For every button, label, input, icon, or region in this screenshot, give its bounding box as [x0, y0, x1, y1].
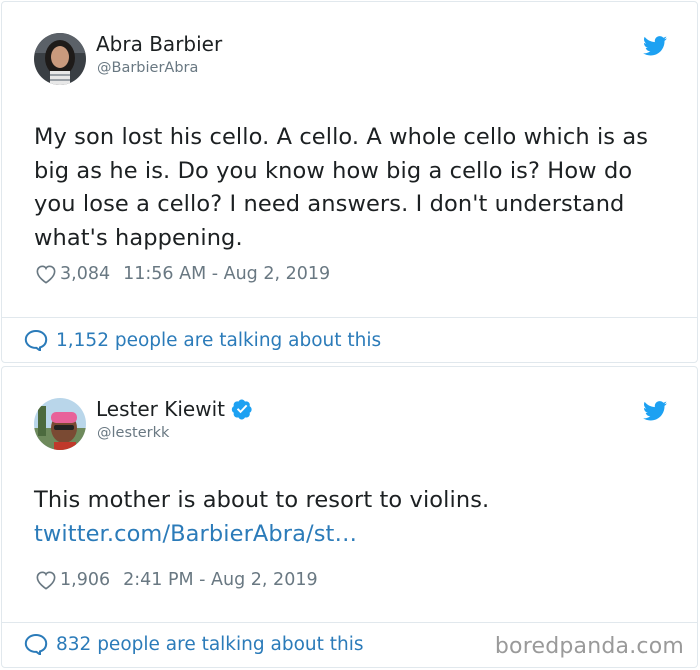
tweet-timestamp[interactable]: 2:41 PM - Aug 2, 2019	[123, 570, 317, 590]
talking-link[interactable]: 1,152 people are talking about this	[24, 329, 381, 351]
watermark: boredpanda.com	[494, 634, 684, 659]
tweet-meta: 3,084 11:56 AM - Aug 2, 2019	[35, 264, 330, 284]
avatar[interactable]	[34, 398, 86, 450]
author-name[interactable]: Abra Barbier	[96, 32, 222, 56]
heart-icon[interactable]	[35, 570, 57, 590]
avatar[interactable]	[34, 33, 86, 85]
author-row: Lester Kiewit	[96, 397, 253, 421]
talking-label: 832 people are talking about this	[56, 633, 364, 655]
tweet-card: Abra Barbier @BarbierAbra My son lost hi…	[1, 1, 698, 363]
tweet-timestamp[interactable]: 11:56 AM - Aug 2, 2019	[123, 264, 330, 284]
divider	[2, 622, 697, 623]
tweet-text-content: This mother is about to resort to violin…	[34, 487, 490, 513]
author-row: Abra Barbier	[96, 32, 222, 56]
tweet-link[interactable]: twitter.com/BarbierAbra/st…	[34, 518, 667, 552]
author-handle[interactable]: @lesterkk	[97, 425, 169, 441]
verified-badge-icon	[231, 399, 252, 420]
comment-bubble-icon	[24, 633, 48, 655]
divider	[2, 317, 697, 318]
tweet-header: Lester Kiewit @lesterkk	[2, 367, 697, 451]
tweet-text: My son lost his cello. A cello. A whole …	[34, 124, 649, 251]
tweet-meta: 1,906 2:41 PM - Aug 2, 2019	[35, 570, 318, 590]
tweet-header: Abra Barbier @BarbierAbra	[2, 2, 697, 86]
author-handle[interactable]: @BarbierAbra	[97, 60, 198, 76]
tweet-text: This mother is about to resort to violin…	[34, 484, 667, 551]
like-count[interactable]: 1,906	[60, 570, 110, 590]
heart-icon[interactable]	[35, 264, 57, 284]
twitter-bird-icon[interactable]	[643, 36, 667, 56]
comment-bubble-icon	[24, 329, 48, 351]
author-name[interactable]: Lester Kiewit	[96, 397, 225, 421]
talking-link[interactable]: 832 people are talking about this	[24, 633, 364, 655]
talking-label: 1,152 people are talking about this	[56, 329, 382, 351]
tweet-card: Lester Kiewit @lesterkk This mother is a…	[1, 366, 698, 668]
twitter-bird-icon[interactable]	[643, 401, 667, 421]
like-count[interactable]: 3,084	[60, 264, 110, 284]
